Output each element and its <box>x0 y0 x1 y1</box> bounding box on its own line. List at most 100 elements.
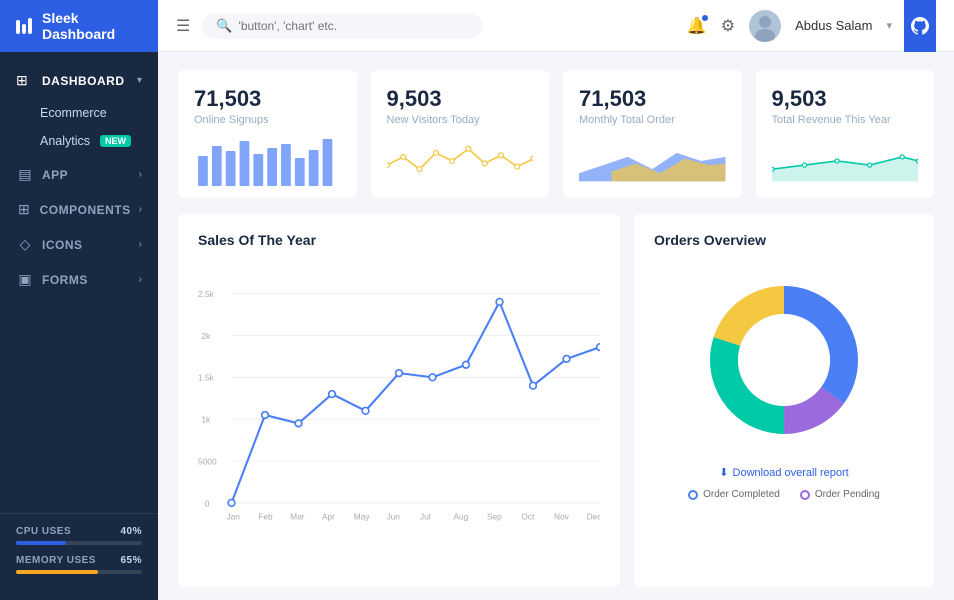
legend-label-completed: Order Completed <box>703 489 780 500</box>
cpu-progress-bg <box>16 541 142 545</box>
dashboard-section: ⊞ DASHBOARD ▾ Ecommerce Analytics NEW <box>0 60 158 157</box>
user-name: Abdus Salam <box>795 18 872 33</box>
chevron-right-icon: › <box>139 239 142 250</box>
stat-chart-line-green <box>772 136 919 186</box>
stat-card-visitors: 9,503 New Visitors Today <box>371 70 550 198</box>
svg-text:Feb: Feb <box>258 512 273 522</box>
sidebar-item-ecommerce[interactable]: Ecommerce <box>40 99 158 127</box>
search-input[interactable] <box>239 19 469 33</box>
search-box[interactable]: 🔍 <box>202 13 482 39</box>
search-icon: 🔍 <box>216 18 232 34</box>
stat-value: 9,503 <box>772 86 919 112</box>
stat-card-signups: 71,503 Online Signups <box>178 70 357 198</box>
legend-item-completed: Order Completed <box>688 489 780 500</box>
legend-row: Order Completed Order Pending <box>688 489 880 500</box>
stat-value: 71,503 <box>579 86 726 112</box>
svg-text:Nov: Nov <box>554 512 570 522</box>
sidebar-logo: Sleek Dashboard <box>0 0 158 52</box>
logo-title: Sleek Dashboard <box>42 10 142 42</box>
app-icon: ▤ <box>16 166 34 183</box>
donut-container: ⬇ Download overall report Order Complete… <box>654 260 914 500</box>
stat-value: 71,503 <box>194 86 341 112</box>
cpu-usage-label: CPU USES 40% <box>16 526 142 537</box>
svg-text:May: May <box>354 512 371 522</box>
chevron-down-icon: ▾ <box>137 75 142 86</box>
stat-label: New Visitors Today <box>387 114 534 126</box>
stat-label: Monthly Total Order <box>579 114 726 126</box>
notification-icon[interactable]: 🔔 <box>687 16 707 36</box>
charts-row: Sales Of The Year 2.5k 2k 1.5k 1k 5000 0 <box>178 214 934 587</box>
sidebar-item-components[interactable]: ⊞ COMPONENTS › <box>0 192 158 227</box>
sidebar-item-icons[interactable]: ◇ ICONS › <box>0 227 158 262</box>
download-link[interactable]: ⬇ Download overall report <box>719 466 848 479</box>
sidebar-nav: ⊞ DASHBOARD ▾ Ecommerce Analytics NEW ▤ … <box>0 52 158 513</box>
avatar <box>749 10 781 42</box>
svg-text:Aug: Aug <box>453 512 468 522</box>
svg-text:2.5k: 2.5k <box>198 289 215 299</box>
header: ☰ 🔍 🔔 ⚙ Abdus Salam ▾ <box>158 0 954 52</box>
chevron-right-icon: › <box>139 169 142 180</box>
download-label: Download overall report <box>733 467 849 479</box>
settings-icon[interactable]: ⚙ <box>721 16 735 36</box>
header-right: 🔔 ⚙ Abdus Salam ▾ <box>687 10 892 42</box>
stat-chart-bar <box>194 136 341 186</box>
sidebar: Sleek Dashboard ⊞ DASHBOARD ▾ Ecommerce … <box>0 0 158 600</box>
legend-item-pending: Order Pending <box>800 489 880 500</box>
app-label: APP <box>42 168 68 182</box>
download-icon: ⬇ <box>719 466 728 479</box>
components-icon: ⊞ <box>16 201 32 218</box>
memory-pct: 65% <box>120 555 142 566</box>
stats-row: 71,503 Online Signups <box>178 70 934 198</box>
orders-overview-title: Orders Overview <box>654 232 914 248</box>
sidebar-item-forms[interactable]: ▣ FORMS › <box>0 262 158 297</box>
hamburger-icon[interactable]: ☰ <box>176 16 190 36</box>
svg-text:Jan: Jan <box>226 512 240 522</box>
svg-text:1k: 1k <box>201 415 211 425</box>
main-content: ☰ 🔍 🔔 ⚙ Abdus Salam ▾ <box>158 0 954 600</box>
forms-icon: ▣ <box>16 271 34 288</box>
svg-text:Jun: Jun <box>386 512 400 522</box>
sub-items: Ecommerce Analytics NEW <box>0 99 158 155</box>
sidebar-item-dashboard[interactable]: ⊞ DASHBOARD ▾ <box>0 62 158 99</box>
components-label: COMPONENTS <box>40 203 131 217</box>
github-badge[interactable] <box>904 0 936 52</box>
legend-label-pending: Order Pending <box>815 489 880 500</box>
svg-text:5000: 5000 <box>198 456 217 466</box>
sidebar-item-app[interactable]: ▤ APP › <box>0 157 158 192</box>
memory-progress-fill <box>16 570 98 574</box>
logo-icon <box>16 18 32 34</box>
svg-text:Mar: Mar <box>290 512 305 522</box>
sub-item-label: Ecommerce <box>40 106 107 120</box>
svg-text:Apr: Apr <box>322 512 335 522</box>
svg-text:2k: 2k <box>201 331 211 341</box>
chevron-right-icon: › <box>139 274 142 285</box>
svg-text:Jul: Jul <box>420 512 431 522</box>
forms-label: FORMS <box>42 273 88 287</box>
notification-dot <box>701 14 709 22</box>
stat-label: Total Revenue This Year <box>772 114 919 126</box>
legend-dot-pending <box>800 490 810 500</box>
memory-usage-label: MEMORY USES 65% <box>16 555 142 566</box>
icons-label: ICONS <box>42 238 83 252</box>
legend-dot-completed <box>688 490 698 500</box>
sales-chart-card: Sales Of The Year 2.5k 2k 1.5k 1k 5000 0 <box>178 214 620 587</box>
stat-chart-line-yellow <box>387 136 534 186</box>
icons-icon: ◇ <box>16 236 34 253</box>
stat-card-revenue: 9,503 Total Revenue This Year <box>756 70 935 198</box>
sidebar-item-analytics[interactable]: Analytics NEW <box>40 127 158 155</box>
chevron-down-icon[interactable]: ▾ <box>886 19 892 32</box>
dashboard-label: DASHBOARD <box>42 74 129 88</box>
cpu-progress-fill <box>16 541 66 545</box>
svg-text:0: 0 <box>205 498 210 508</box>
donut-chart <box>694 270 874 450</box>
svg-text:Sep: Sep <box>487 512 502 522</box>
memory-progress-bg <box>16 570 142 574</box>
svg-text:Dec: Dec <box>587 512 600 522</box>
chevron-right-icon: › <box>139 204 142 215</box>
new-badge: NEW <box>100 135 131 147</box>
sub-item-label: Analytics <box>40 134 90 148</box>
stat-chart-area <box>579 136 726 186</box>
stat-value: 9,503 <box>387 86 534 112</box>
svg-text:Oct: Oct <box>521 512 535 522</box>
sales-line-chart: 2.5k 2k 1.5k 1k 5000 0 <box>198 260 600 570</box>
